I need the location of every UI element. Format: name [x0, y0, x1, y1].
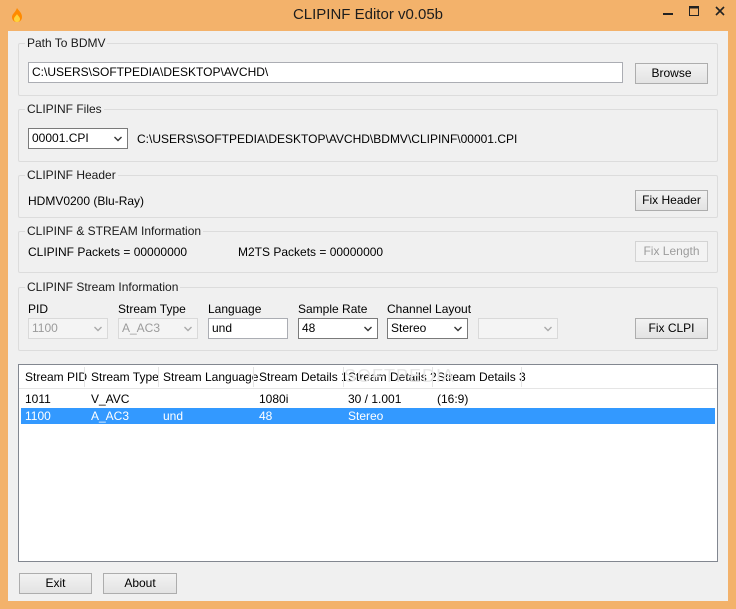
pid-select[interactable]: 1100 [28, 318, 108, 339]
window-title: CLIPINF Editor v0.05b [292, 6, 444, 23]
maximize-button[interactable] [681, 1, 707, 21]
cell-stream-pid: 1011 [25, 392, 51, 406]
sample-rate-label: Sample Rate [298, 302, 368, 316]
m2ts-packets-text: M2TS Packets = 00000000 [238, 245, 384, 259]
cell-stream-pid: 1100 [25, 409, 51, 423]
cell-stream-details-2: 30 / 1.001 [348, 392, 402, 406]
sample-rate-select[interactable]: 48 [298, 318, 378, 339]
stream-group: CLIPINF Stream Information PID Stream Ty… [18, 280, 718, 351]
pid-select-value: 1100 [32, 321, 58, 335]
chevron-down-icon [364, 326, 372, 332]
column-header-stream-details-2[interactable]: Stream Details 2 [348, 370, 437, 384]
table-row-selected[interactable]: 1100 A_AC3 und 48 Stereo [21, 408, 715, 424]
browse-button[interactable]: Browse [635, 63, 708, 84]
pid-label: PID [28, 302, 49, 316]
minimize-icon [663, 13, 673, 15]
language-input[interactable]: und [208, 318, 288, 339]
column-divider[interactable] [84, 367, 85, 387]
sample-rate-select-value: 48 [302, 321, 316, 335]
exit-button[interactable]: Exit [19, 573, 92, 594]
channel-layout-select[interactable]: Stereo [387, 318, 468, 339]
language-label: Language [208, 302, 262, 316]
stream-type-select-value: A_AC3 [122, 321, 161, 335]
fix-length-button[interactable]: Fix Length [635, 241, 708, 262]
stream-list-header: Stream PID Stream Type Stream Language S… [19, 365, 717, 389]
minimize-button[interactable] [655, 1, 681, 21]
stream-info-group: CLIPINF & STREAM Information CLIPINF Pac… [18, 224, 718, 273]
column-divider[interactable] [521, 367, 522, 387]
header-group: CLIPINF Header HDMV0200 (Blu-Ray) Fix He… [18, 168, 718, 218]
chevron-down-icon [94, 326, 102, 332]
channel-layout-label: Channel Layout [387, 302, 472, 316]
cell-stream-details-3: (16:9) [437, 392, 469, 406]
header-value: HDMV0200 (Blu-Ray) [28, 194, 145, 208]
column-header-stream-details-3[interactable]: Stream Details 3 [437, 370, 526, 384]
fix-clpi-button[interactable]: Fix CLPI [635, 318, 708, 339]
chevron-down-icon [544, 326, 552, 332]
cell-stream-language: und [163, 409, 184, 423]
chevron-down-icon [114, 136, 122, 142]
files-group: CLIPINF Files 00001.CPI C:\USERS\SOFTPED… [18, 102, 718, 162]
column-divider[interactable] [432, 367, 433, 387]
column-header-stream-pid[interactable]: Stream PID [25, 370, 87, 384]
clipinf-packets-text: CLIPINF Packets = 00000000 [28, 245, 188, 259]
cell-stream-type: V_AVC [91, 392, 130, 406]
column-header-stream-details-1[interactable]: Stream Details 1 [259, 370, 348, 384]
chevron-down-icon [184, 326, 192, 332]
table-row[interactable]: 1011 V_AVC 1080i 30 / 1.001 (16:9) [21, 391, 715, 407]
stream-list[interactable]: Stream PID Stream Type Stream Language S… [18, 364, 718, 562]
chevron-down-icon [454, 326, 462, 332]
about-button[interactable]: About [103, 573, 177, 594]
close-button[interactable] [707, 1, 733, 21]
path-group: Path To BDMV C:\USERS\SOFTPEDIA\DESKTOP\… [18, 36, 718, 96]
clipinf-file-select-value: 00001.CPI [32, 131, 89, 145]
client-area: Path To BDMV C:\USERS\SOFTPEDIA\DESKTOP\… [8, 31, 728, 601]
close-icon [715, 6, 725, 16]
fix-header-button[interactable]: Fix Header [635, 190, 708, 211]
cell-stream-details-2: Stereo [348, 409, 384, 423]
bdmv-path-input[interactable]: C:\USERS\SOFTPEDIA\DESKTOP\AVCHD\ [28, 62, 623, 83]
cell-stream-details-1: 48 [259, 409, 273, 423]
files-group-title: CLIPINF Files [25, 102, 104, 116]
cell-stream-details-1: 1080i [259, 392, 289, 406]
stream-info-group-title: CLIPINF & STREAM Information [25, 224, 204, 238]
stream-type-select[interactable]: A_AC3 [118, 318, 198, 339]
column-divider[interactable] [253, 367, 254, 387]
column-header-stream-type[interactable]: Stream Type [91, 370, 159, 384]
clipinf-file-select[interactable]: 00001.CPI [28, 128, 128, 149]
clipinf-full-path: C:\USERS\SOFTPEDIA\DESKTOP\AVCHD\BDMV\CL… [137, 132, 518, 146]
path-group-title: Path To BDMV [25, 36, 108, 50]
app-window: CLIPINF Editor v0.05b Path To BDMV C:\US… [0, 0, 736, 609]
column-divider[interactable] [343, 367, 344, 387]
extra-select[interactable] [478, 318, 558, 339]
title-bar[interactable]: CLIPINF Editor v0.05b [0, 0, 736, 31]
column-divider[interactable] [158, 367, 159, 387]
stream-group-title: CLIPINF Stream Information [25, 280, 181, 294]
stream-type-label: Stream Type [118, 302, 186, 316]
cell-stream-type: A_AC3 [91, 409, 130, 423]
column-header-stream-language[interactable]: Stream Language [163, 370, 258, 384]
header-group-title: CLIPINF Header [25, 168, 118, 182]
maximize-icon [689, 6, 699, 16]
channel-layout-select-value: Stereo [391, 321, 427, 335]
